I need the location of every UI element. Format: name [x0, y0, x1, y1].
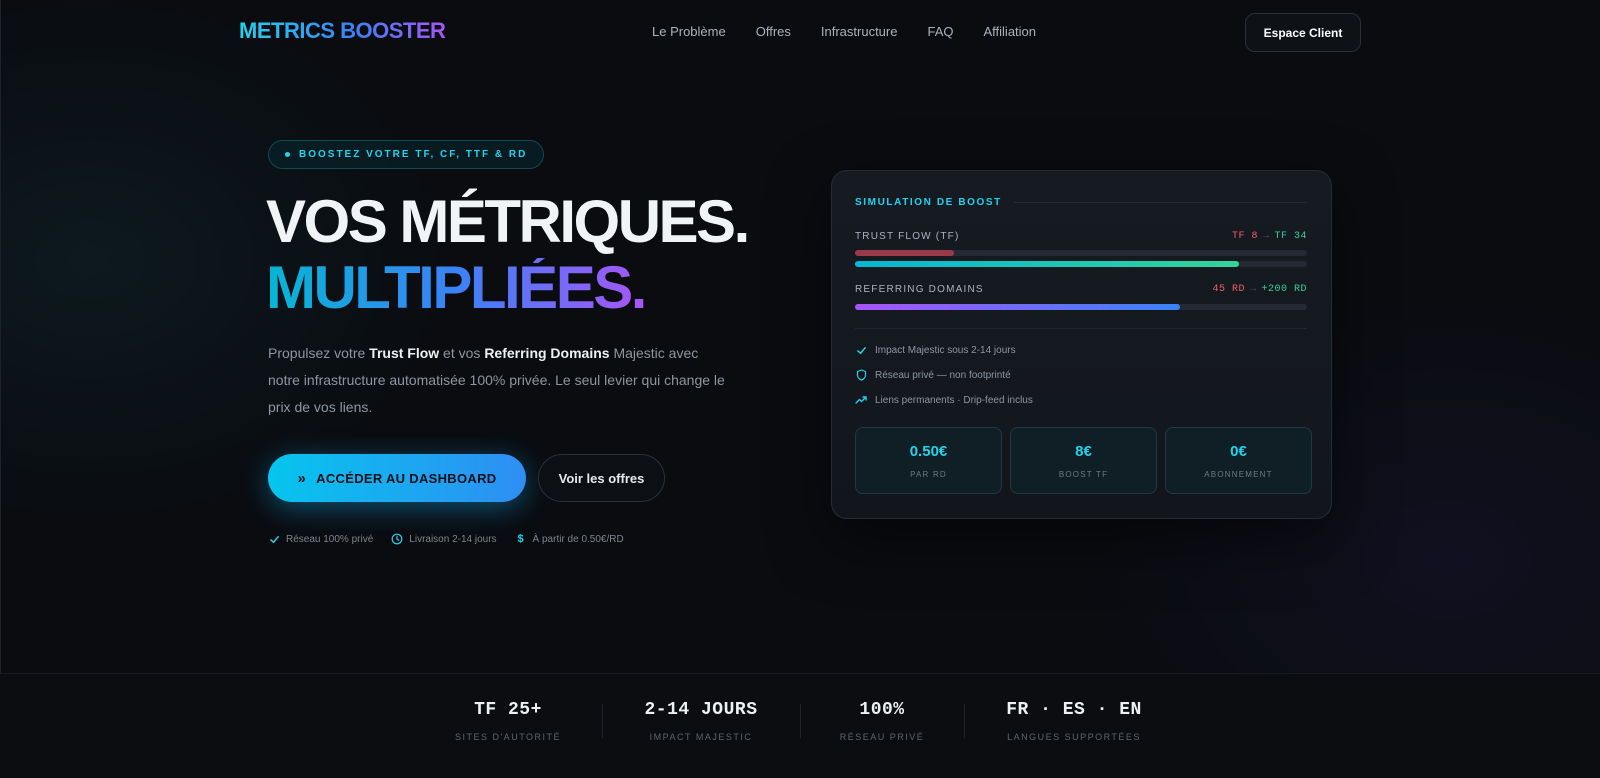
- feature-price: $ À partir de 0.50€/RD: [515, 533, 624, 545]
- stat-separator: [602, 704, 603, 738]
- benefits-list: Impact Majestic sous 2-14 jours Réseau p…: [855, 343, 1033, 407]
- stat-authority-sites: TF 25+ SITES D'AUTORITÉ: [455, 700, 561, 742]
- benefit-label: Impact Majestic sous 2-14 jours: [875, 344, 1016, 356]
- referring-domains-to: +200 RD: [1261, 284, 1307, 295]
- hero-badge: BOOSTEZ VOTRE TF, CF, TTF & RD: [268, 140, 545, 169]
- stat-label: ABONNEMENT: [1204, 469, 1273, 479]
- stat-value: 0.50€: [909, 442, 948, 460]
- badge-text: BOOSTEZ VOTRE TF, CF, TTF & RD: [299, 149, 528, 160]
- check-icon: [855, 344, 867, 356]
- stat-languages: FR · ES · EN LANGUES SUPPORTÉES: [1006, 700, 1142, 742]
- trust-flow-before-bar: [855, 250, 1307, 256]
- card-divider: [855, 328, 1307, 329]
- stat-label: LANGUES SUPPORTÉES: [1007, 732, 1141, 742]
- hero-title-line2: MULTIPLIÉES.: [266, 254, 647, 321]
- card-title: SIMULATION DE BOOST: [855, 197, 1002, 208]
- card-header: SIMULATION DE BOOST: [855, 197, 1307, 208]
- clock-icon: [391, 533, 403, 545]
- stat-value: TF 25+: [474, 700, 542, 720]
- benefit-label: Réseau privé — non footprinté: [875, 369, 1011, 381]
- trust-flow-change: TF 8 → TF 34: [1232, 231, 1307, 242]
- referring-domains-bar: [855, 304, 1307, 310]
- stat-label: BOOST TF: [1058, 469, 1109, 479]
- arrow-right-icon: →: [1249, 284, 1257, 295]
- stat-value: FR · ES · EN: [1006, 700, 1142, 720]
- stat-label: SITES D'AUTORITÉ: [454, 732, 562, 742]
- feature-private-network: Réseau 100% privé: [268, 533, 373, 545]
- stat-value: 2-14 JOURS: [644, 700, 758, 720]
- double-chevron-icon: »: [297, 469, 307, 487]
- stats-bar: TF 25+ SITES D'AUTORITÉ 2-14 JOURS IMPAC…: [0, 673, 1600, 778]
- window-edge: [0, 0, 1, 778]
- trust-flow-label: TRUST FLOW (TF): [855, 231, 960, 242]
- referring-domains-fill: [855, 304, 1181, 310]
- nav-link-probleme[interactable]: Le Problème: [652, 24, 726, 39]
- boost-simulation-card: SIMULATION DE BOOST TRUST FLOW (TF) TF 8…: [831, 170, 1332, 519]
- feature-delivery: Livraison 2-14 jours: [391, 533, 497, 545]
- stat-box-subscription: 0€ ABONNEMENT: [1165, 427, 1312, 494]
- shield-icon: [855, 369, 867, 381]
- lead-bold-trust-flow: Trust Flow: [369, 345, 440, 361]
- referring-domains-label: REFERRING DOMAINS: [855, 284, 984, 295]
- benefit-label: Liens permanents · Drip-feed inclus: [875, 394, 1033, 406]
- trust-flow-to: TF 34: [1274, 231, 1307, 242]
- stat-box-boost-tf: 8€ BOOST TF: [1010, 427, 1157, 494]
- hero-lead: Propulsez votre Trust Flow et vos Referr…: [268, 340, 728, 421]
- trust-flow-row: TRUST FLOW (TF) TF 8 → TF 34: [855, 231, 1307, 242]
- background-glow: [0, 0, 1600, 778]
- top-nav: METRICS BOOSTER Le Problème Offres Infra…: [0, 0, 1600, 64]
- stat-box-per-rd: 0.50€ PAR RD: [855, 427, 1002, 494]
- stat-majestic-impact: 2-14 JOURS IMPACT MAJESTIC: [644, 700, 757, 742]
- dashboard-cta-button[interactable]: » ACCÉDER AU DASHBOARD: [268, 454, 526, 502]
- trust-flow-from: TF 8: [1231, 231, 1258, 242]
- nav-link-affiliation[interactable]: Affiliation: [984, 24, 1037, 39]
- trust-flow-after-bar: [855, 261, 1307, 267]
- lead-text-2: et vos: [439, 345, 485, 361]
- lead-text-1: Propulsez votre: [268, 345, 370, 361]
- benefit-item: Impact Majestic sous 2-14 jours: [855, 343, 1033, 357]
- hero-features: Réseau 100% privé Livraison 2-14 jours $…: [268, 533, 624, 545]
- check-icon: [268, 533, 280, 545]
- referring-domains-change: 45 RD → +200 RD: [1212, 284, 1307, 295]
- benefit-item: Réseau privé — non footprinté: [855, 368, 1033, 382]
- nav-link-infrastructure[interactable]: Infrastructure: [821, 24, 898, 39]
- stat-value: 0€: [1230, 442, 1247, 460]
- feature-label: Réseau 100% privé: [286, 533, 374, 545]
- hero-title-line1: VOS MÉTRIQUES.: [266, 188, 750, 255]
- nav-link-faq[interactable]: FAQ: [927, 24, 953, 39]
- view-offers-button[interactable]: Voir les offres: [538, 454, 665, 502]
- nav-link-offres[interactable]: Offres: [756, 24, 791, 39]
- nav-links: Le Problème Offres Infrastructure FAQ Af…: [652, 24, 1036, 39]
- benefit-item: Liens permanents · Drip-feed inclus: [855, 393, 1033, 407]
- client-space-button[interactable]: Espace Client: [1245, 13, 1361, 52]
- feature-label: Livraison 2-14 jours: [409, 533, 497, 545]
- card-title-divider: [1013, 202, 1307, 203]
- arrow-right-icon: →: [1262, 231, 1270, 242]
- pricing-stats: 0.50€ PAR RD 8€ BOOST TF 0€ ABONNEMENT: [855, 427, 1312, 494]
- trend-up-icon: [855, 394, 867, 406]
- brand-logo[interactable]: METRICS BOOSTER: [239, 18, 446, 44]
- stat-label: PAR RD: [910, 469, 947, 479]
- referring-domains-row: REFERRING DOMAINS 45 RD → +200 RD: [855, 284, 1307, 295]
- stat-separator: [964, 704, 965, 738]
- referring-domains-from: 45 RD: [1212, 284, 1245, 295]
- badge-dot-icon: [285, 152, 290, 157]
- stat-separator: [800, 704, 801, 738]
- trust-flow-before-fill: [855, 250, 955, 256]
- trust-flow-after-fill: [855, 261, 1240, 267]
- dashboard-cta-label: ACCÉDER AU DASHBOARD: [316, 470, 497, 486]
- stat-label: IMPACT MAJESTIC: [649, 732, 753, 742]
- stat-private-network: 100% RÉSEAU PRIVÉ: [840, 700, 925, 742]
- feature-label: À partir de 0.50€/RD: [532, 533, 624, 545]
- lead-bold-referring-domains: Referring Domains: [484, 345, 610, 361]
- stat-value: 8€: [1075, 442, 1092, 460]
- stat-label: RÉSEAU PRIVÉ: [839, 732, 925, 742]
- stat-value: 100%: [859, 700, 905, 720]
- dollar-icon: $: [517, 533, 524, 545]
